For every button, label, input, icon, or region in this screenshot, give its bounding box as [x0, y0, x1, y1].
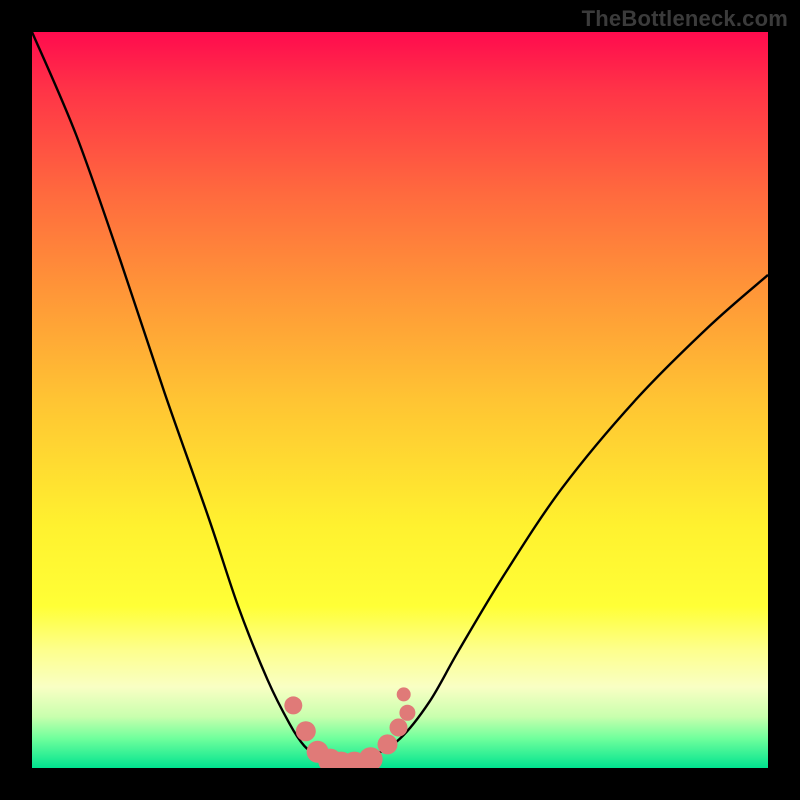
chart-frame: TheBottleneck.com	[0, 0, 800, 800]
right-cluster-point	[399, 705, 415, 721]
watermark-text: TheBottleneck.com	[582, 6, 788, 32]
left-cluster-point	[284, 696, 302, 714]
right-cluster-point	[378, 734, 398, 754]
chart-svg	[32, 32, 768, 768]
right-cluster-point	[390, 719, 408, 737]
right-cluster-point	[397, 687, 411, 701]
chart-plot-area	[32, 32, 768, 768]
right-cluster-point	[359, 747, 383, 768]
left-cluster-point	[296, 721, 316, 741]
bottleneck-curve	[32, 32, 768, 765]
curve-markers	[284, 687, 415, 768]
